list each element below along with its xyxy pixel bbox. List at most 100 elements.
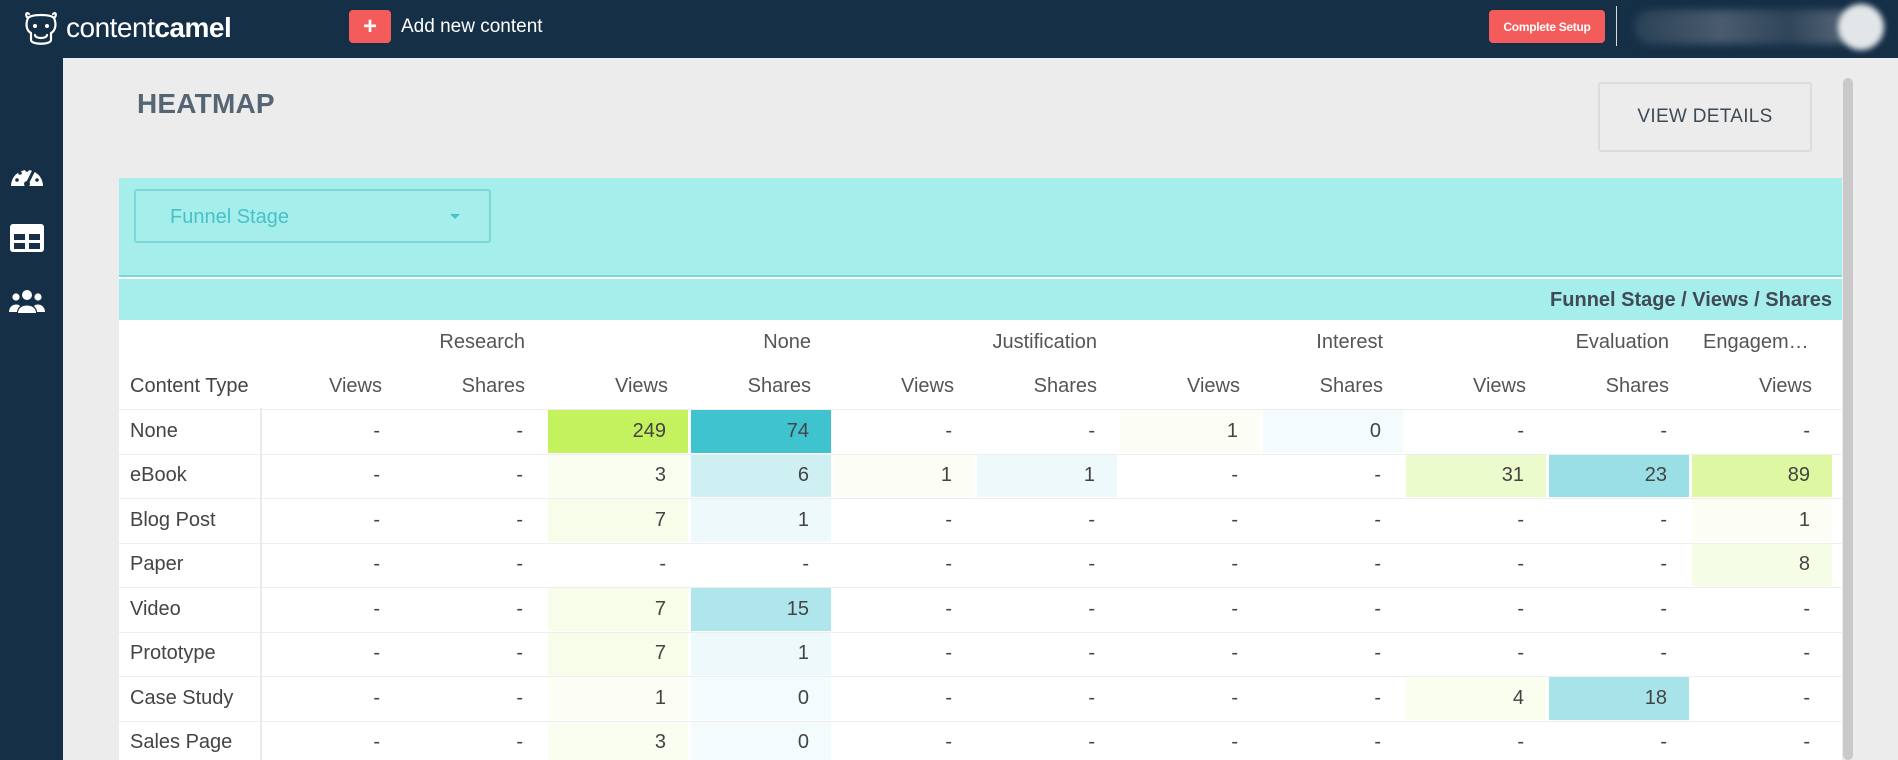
metric-header[interactable]: Shares [1262,365,1405,409]
metric-header[interactable]: Shares [976,365,1119,409]
heatmap-cell[interactable]: - [1549,499,1689,542]
heatmap-cell[interactable]: 89 [1692,454,1832,497]
heatmap-cell[interactable]: 7 [548,588,688,631]
heatmap-cell[interactable]: - [834,677,974,720]
heatmap-cell[interactable]: - [1692,410,1832,453]
heatmap-cell[interactable]: - [834,588,974,631]
heatmap-cell[interactable]: - [834,410,974,453]
heatmap-cell[interactable]: - [1120,544,1260,587]
stage-header[interactable]: Research [261,320,547,364]
sidebar-item-users[interactable] [8,284,46,318]
heatmap-cell[interactable]: - [405,455,545,498]
heatmap-cell[interactable]: - [1406,722,1546,760]
metric-header[interactable]: Views [833,365,976,409]
heatmap-cell[interactable]: 7 [548,632,688,675]
heatmap-cell[interactable]: - [405,544,545,587]
metric-header[interactable]: Shares [404,365,547,409]
heatmap-cell[interactable]: 1 [834,454,974,497]
heatmap-cell[interactable]: - [1120,722,1260,760]
metric-header[interactable]: Views [1691,365,1834,409]
stage-header[interactable]: Evaluation [1405,320,1691,364]
heatmap-cell[interactable]: - [1549,722,1689,760]
heatmap-cell[interactable]: - [1692,722,1832,760]
heatmap-cell[interactable]: - [691,544,831,587]
heatmap-cell[interactable]: - [262,588,402,631]
heatmap-cell[interactable]: - [262,499,402,542]
view-details-button[interactable]: VIEW DETAILS [1598,82,1812,152]
heatmap-cell[interactable]: - [1263,588,1403,631]
heatmap-cell[interactable]: - [262,455,402,498]
heatmap-cell[interactable]: - [548,544,688,587]
heatmap-cell[interactable]: - [1406,410,1546,453]
heatmap-cell[interactable]: - [405,410,545,453]
heatmap-cell[interactable]: - [1263,499,1403,542]
heatmap-cell[interactable]: - [405,633,545,676]
heatmap-cell[interactable]: 8 [1692,543,1832,586]
complete-setup-button[interactable]: Complete Setup [1489,10,1605,43]
heatmap-cell[interactable]: - [1549,633,1689,676]
user-menu[interactable] [1634,10,1854,44]
stage-header[interactable]: None [547,320,833,364]
heatmap-cell[interactable]: 1 [548,677,688,720]
sidebar-item-dashboard[interactable] [8,158,46,192]
heatmap-cell[interactable]: - [1120,455,1260,498]
heatmap-cell[interactable]: 1 [977,454,1117,497]
heatmap-cell[interactable]: 3 [548,721,688,760]
heatmap-cell[interactable]: 1 [1120,410,1260,453]
metric-header[interactable]: Views [261,365,404,409]
heatmap-cell[interactable]: - [834,633,974,676]
vertical-scrollbar[interactable] [1843,78,1853,760]
stage-header[interactable]: Engagem… [1691,320,1834,364]
heatmap-cell[interactable]: - [1692,588,1832,631]
heatmap-cell[interactable]: - [1692,677,1832,720]
heatmap-cell[interactable]: 74 [691,410,831,453]
heatmap-cell[interactable]: 0 [691,677,831,720]
heatmap-cell[interactable]: - [1549,410,1689,453]
heatmap-cell[interactable]: 1 [691,499,831,542]
heatmap-cell[interactable]: - [977,499,1117,542]
heatmap-cell[interactable]: - [1263,722,1403,760]
heatmap-cell[interactable]: - [1692,633,1832,676]
heatmap-cell[interactable]: - [977,544,1117,587]
heatmap-cell[interactable]: - [977,722,1117,760]
heatmap-cell[interactable]: - [405,722,545,760]
heatmap-cell[interactable]: - [977,633,1117,676]
heatmap-cell[interactable]: - [834,722,974,760]
heatmap-cell[interactable]: - [1120,633,1260,676]
heatmap-cell[interactable]: - [1406,633,1546,676]
heatmap-cell[interactable]: 3 [548,454,688,497]
heatmap-cell[interactable]: - [1406,499,1546,542]
heatmap-cell[interactable]: - [1120,588,1260,631]
heatmap-cell[interactable]: - [1406,544,1546,587]
metric-header[interactable]: Shares [690,365,833,409]
heatmap-cell[interactable]: - [262,410,402,453]
heatmap-cell[interactable]: 0 [691,721,831,760]
heatmap-cell[interactable]: 15 [691,588,831,631]
metric-header[interactable]: Views [1405,365,1548,409]
heatmap-cell[interactable]: - [262,544,402,587]
avatar[interactable] [1838,4,1884,50]
heatmap-cell[interactable]: - [405,677,545,720]
heatmap-cell[interactable]: 249 [548,410,688,453]
heatmap-cell[interactable]: - [262,677,402,720]
heatmap-cell[interactable]: - [1549,588,1689,631]
heatmap-cell[interactable]: - [834,499,974,542]
heatmap-cell[interactable]: 7 [548,499,688,542]
app-logo[interactable]: contentcamel [20,6,232,50]
heatmap-cell[interactable]: 4 [1406,677,1546,720]
heatmap-cell[interactable]: 1 [1692,499,1832,542]
heatmap-cell[interactable]: 18 [1549,677,1689,720]
heatmap-cell[interactable]: - [977,410,1117,453]
heatmap-cell[interactable]: - [1406,588,1546,631]
funnel-stage-dropdown[interactable]: Funnel Stage [134,189,491,243]
metric-header[interactable]: Shares [1548,365,1691,409]
heatmap-cell[interactable]: - [977,677,1117,720]
heatmap-cell[interactable]: - [1263,677,1403,720]
heatmap-cell[interactable]: - [1263,633,1403,676]
heatmap-cell[interactable]: - [405,588,545,631]
heatmap-cell[interactable]: - [1263,455,1403,498]
heatmap-cell[interactable]: 6 [691,454,831,497]
sidebar-item-table[interactable] [8,221,46,255]
heatmap-cell[interactable]: 1 [691,632,831,675]
heatmap-cell[interactable]: - [1120,499,1260,542]
